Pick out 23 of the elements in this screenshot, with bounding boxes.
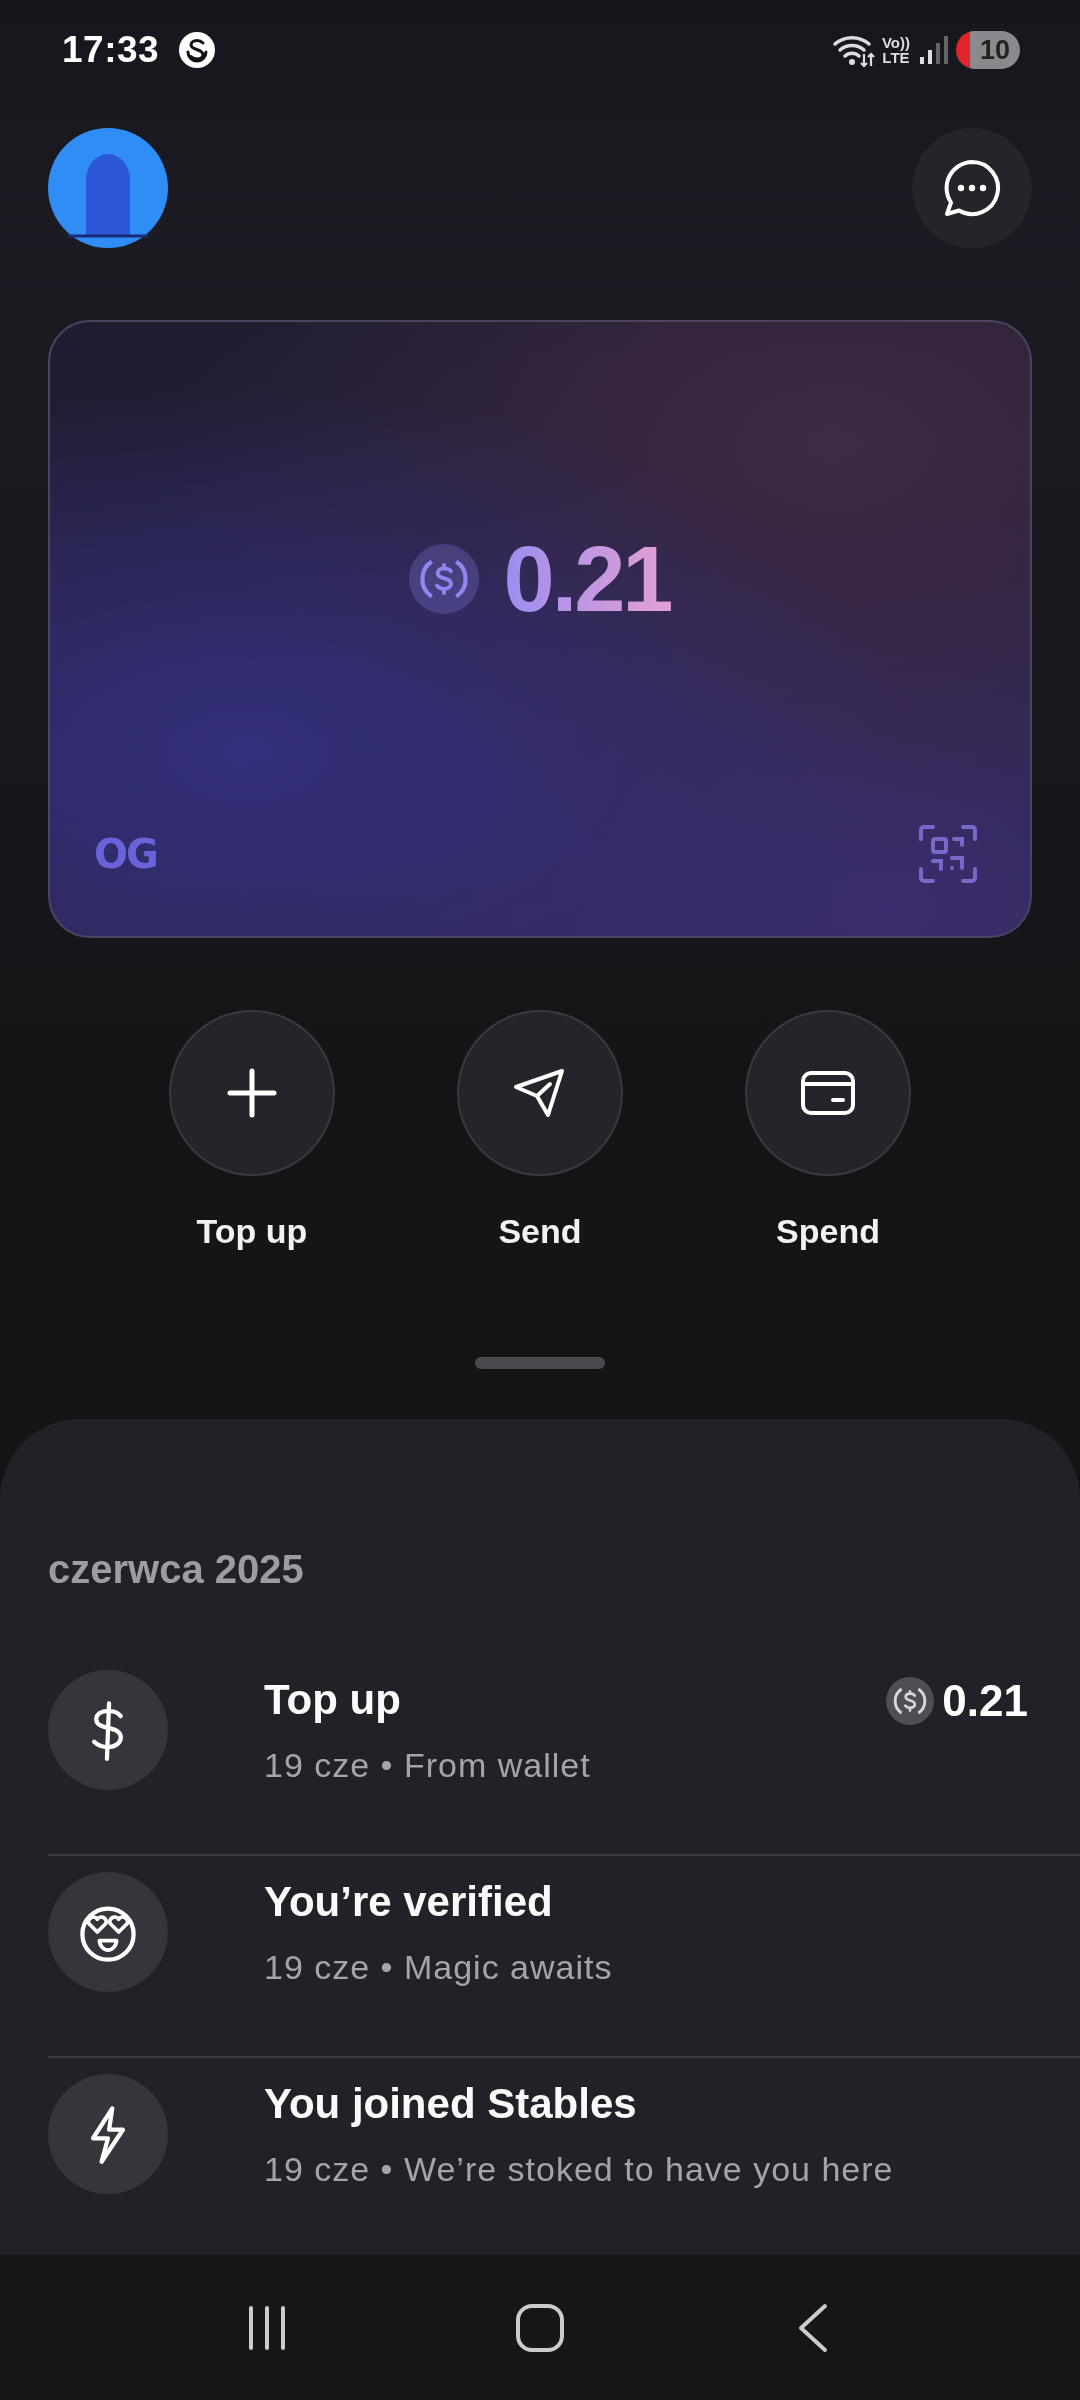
activity-amount: 0.21 — [942, 1676, 1028, 1726]
activity-title: You joined Stables — [264, 2080, 638, 2128]
avatar[interactable] — [48, 128, 168, 248]
card-label: OG — [94, 831, 157, 877]
action-label: Send — [498, 1212, 582, 1251]
scan-icon[interactable] — [918, 824, 978, 884]
coin-icon — [886, 1677, 935, 1725]
battery-level: 10 — [956, 31, 1020, 69]
activity-title: You’re verified — [264, 1878, 554, 1926]
signal-icon — [918, 35, 948, 65]
action-label: Top up — [196, 1212, 308, 1251]
activity-subtitle: 19 cze • Magic awaits — [264, 1948, 614, 1987]
month-heading: czerwca 2025 — [47, 1547, 305, 1592]
activity-title: Top up — [264, 1676, 402, 1724]
volte-label: Vo)) — [881, 35, 910, 50]
action-label: Spend — [776, 1212, 880, 1251]
coin-icon — [409, 544, 480, 614]
activity-subtitle: 19 cze • We’re stoked to have you here — [264, 2150, 895, 2189]
clock: 17:33 — [62, 29, 160, 71]
activity-subtitle: 19 cze • From wallet — [264, 1746, 592, 1785]
app-notification-icon — [179, 32, 216, 68]
network-type: LTE — [882, 50, 910, 65]
sheet-handle[interactable] — [475, 1357, 605, 1369]
